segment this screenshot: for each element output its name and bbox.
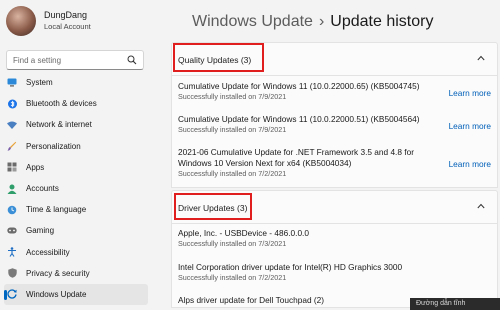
sidebar-item-label: Accessibility (26, 247, 70, 257)
sidebar-item-label: Gaming (26, 226, 55, 236)
search-input[interactable]: Find a setting (6, 50, 144, 70)
update-title: 2021-06 Cumulative Update for .NET Frame… (178, 147, 414, 157)
sidebar-item-gaming[interactable]: Gaming (0, 220, 152, 241)
driver-title: Apple, Inc. - USBDevice - 486.0.0.0 (178, 228, 309, 238)
sidebar-item-label: Privacy & security (26, 268, 90, 278)
sidebar-item-privacy-security[interactable]: Privacy & security (0, 263, 152, 284)
sidebar-item-accounts[interactable]: Accounts (0, 178, 152, 199)
sidebar-nav: System Bluetooth & devices Network & int… (0, 72, 152, 306)
list-item: Apple, Inc. - USBDevice - 486.0.0.0 Succ… (178, 228, 491, 249)
list-item: 2021-06 Cumulative Update for .NET Frame… (178, 147, 491, 179)
quality-updates-list: Cumulative Update for Windows 11 (10.0.2… (171, 76, 498, 188)
search-placeholder: Find a setting (13, 55, 62, 65)
update-title: Cumulative Update for Windows 11 (10.0.2… (178, 81, 420, 91)
profile-name: DungDang (44, 10, 88, 20)
sidebar-item-label: Network & internet (26, 120, 92, 130)
chevron-up-icon[interactable] (477, 55, 485, 61)
breadcrumb-windows-update[interactable]: Windows Update (192, 13, 313, 30)
paint-brush-icon (7, 141, 17, 151)
sidebar-item-bluetooth[interactable]: Bluetooth & devices (0, 93, 152, 114)
learn-more-link[interactable]: Learn more (449, 88, 491, 98)
update-title: Cumulative Update for Windows 11 (10.0.2… (178, 114, 420, 124)
update-status: Successfully installed on 7/9/2021 (178, 125, 287, 134)
sidebar: DungDang Local Account Find a setting Sy… (0, 0, 152, 308)
search-icon[interactable] (127, 55, 137, 65)
sidebar-item-label: System (26, 78, 53, 88)
list-item: Intel Corporation driver update for Inte… (178, 262, 491, 283)
apps-icon (7, 162, 17, 172)
update-status: Successfully installed on 7/2/2021 (178, 169, 287, 178)
windows-update-icon (7, 289, 17, 300)
sidebar-item-personalization[interactable]: Personalization (0, 136, 152, 157)
driver-title: Intel Corporation driver update for Inte… (178, 262, 403, 272)
tooltip: Đường dẫn tĩnh (410, 298, 500, 310)
breadcrumb-separator: › (318, 13, 325, 30)
update-title-line-2: Windows 10 Version Next for x64 (KB50040… (178, 158, 352, 168)
bluetooth-icon (7, 99, 17, 109)
sidebar-item-label: Apps (26, 162, 45, 172)
sidebar-item-network[interactable]: Network & internet (0, 114, 152, 135)
main-content: Windows Update › Update history Quality Up… (152, 0, 500, 308)
sidebar-item-time-language[interactable]: Time & language (0, 199, 152, 220)
driver-status: Successfully installed on 7/2/2021 (178, 273, 287, 282)
learn-more-link[interactable]: Learn more (449, 121, 491, 131)
sidebar-item-accessibility[interactable]: Accessibility (0, 242, 152, 263)
sidebar-item-label: Accounts (26, 184, 59, 194)
person-icon (7, 184, 17, 194)
sidebar-item-label: Time & language (26, 205, 87, 215)
highlight-box (174, 193, 252, 220)
sidebar-item-windows-update[interactable]: Windows Update (4, 283, 148, 306)
sidebar-item-label: Bluetooth & devices (26, 99, 97, 109)
globe-clock-icon (7, 205, 17, 215)
accessibility-icon (7, 247, 17, 257)
list-item: Cumulative Update for Windows 11 (10.0.2… (178, 81, 491, 102)
sidebar-item-apps[interactable]: Apps (0, 157, 152, 178)
monitor-icon (7, 78, 17, 88)
driver-updates-list: Apple, Inc. - USBDevice - 486.0.0.0 Succ… (171, 224, 498, 308)
learn-more-link[interactable]: Learn more (449, 159, 491, 169)
gamepad-icon (7, 226, 17, 236)
chevron-up-icon[interactable] (477, 203, 485, 209)
shield-icon (7, 268, 17, 279)
list-item: Cumulative Update for Windows 11 (10.0.2… (178, 114, 491, 135)
highlight-box (173, 43, 264, 72)
profile-account-type: Local Account (44, 22, 91, 31)
sidebar-item-label: Windows Update (26, 289, 87, 299)
sidebar-item-system[interactable]: System (0, 72, 152, 93)
breadcrumb-current: Update history (330, 13, 434, 30)
page-title: Windows Update › Update history (192, 13, 433, 31)
wifi-icon (7, 120, 17, 130)
user-profile[interactable]: DungDang Local Account (6, 6, 91, 36)
avatar (6, 6, 36, 36)
update-status: Successfully installed on 7/9/2021 (178, 92, 287, 101)
driver-status: Successfully installed on 7/3/2021 (178, 239, 287, 248)
sidebar-item-label: Personalization (26, 141, 81, 151)
